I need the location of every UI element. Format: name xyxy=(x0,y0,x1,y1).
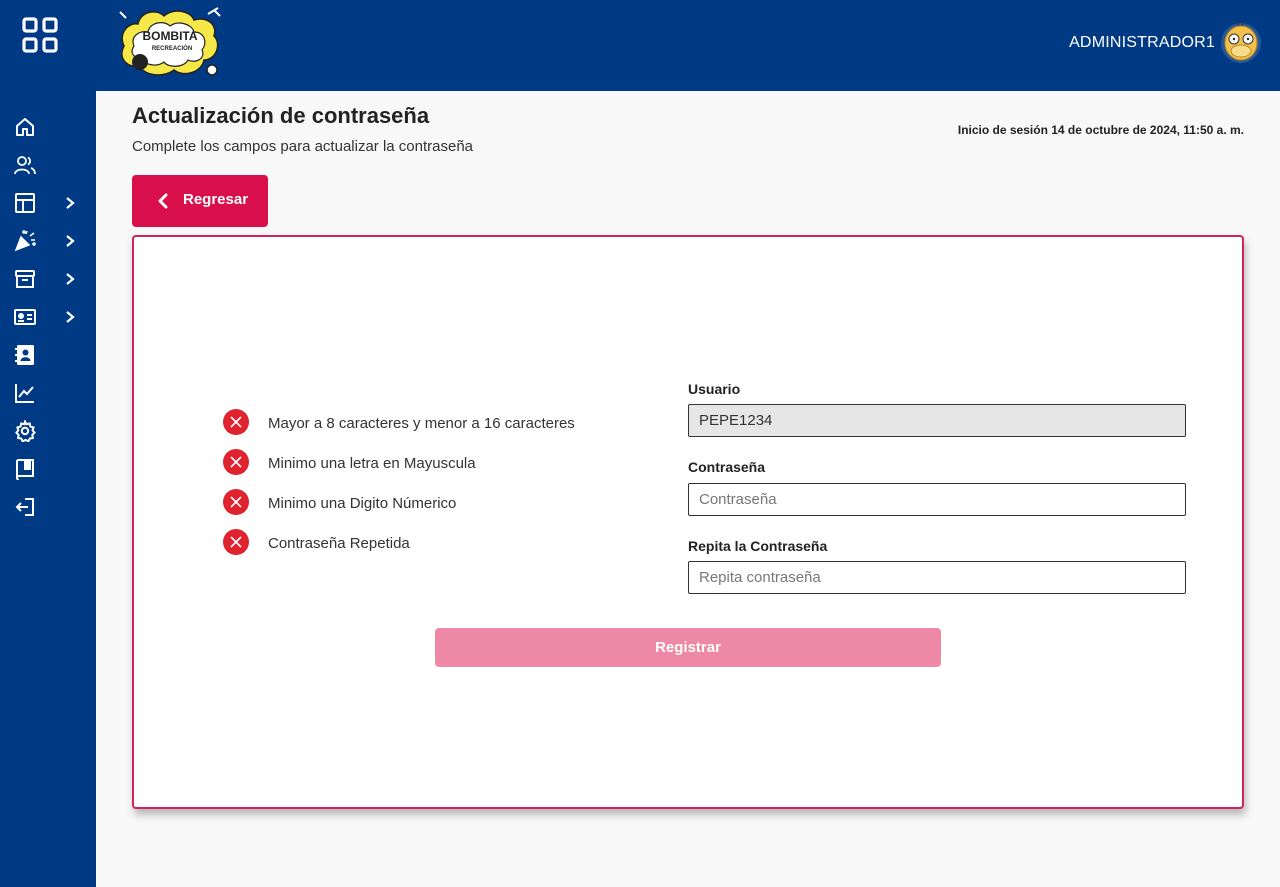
chevron-left-icon xyxy=(156,193,170,209)
grid-menu-icon[interactable] xyxy=(22,17,58,53)
requirement-text: Contraseña Repetida xyxy=(268,535,410,552)
sidebar-item-logout[interactable] xyxy=(0,492,96,522)
user-name: ADMINISTRADOR1 xyxy=(1069,34,1215,51)
sidebar-item-reports[interactable] xyxy=(0,378,96,408)
chevron-right-icon xyxy=(64,310,76,324)
password-update-card: Mayor a 8 caracteres y menor a 16 caract… xyxy=(132,235,1244,809)
back-button-label: Regresar xyxy=(183,191,249,208)
requirement-text: Mayor a 8 caracteres y menor a 16 caract… xyxy=(268,415,575,432)
chevron-right-icon xyxy=(64,234,76,248)
party-popper-icon xyxy=(14,230,36,252)
sidebar-item-users[interactable] xyxy=(0,150,96,180)
users-icon xyxy=(14,154,36,176)
password-field[interactable] xyxy=(688,483,1186,516)
repeat-password-label: Repita la Contraseña xyxy=(688,538,828,554)
layout-icon xyxy=(14,192,36,214)
top-bar: BOMBITA RECREACIÓN ADMINISTRADOR1 xyxy=(96,0,1280,91)
sidebar-item-archive[interactable] xyxy=(0,264,96,294)
sidebar-item-contacts[interactable] xyxy=(0,340,96,370)
username-label: Usuario xyxy=(688,381,741,397)
chevron-right-icon xyxy=(64,196,76,210)
sidebar-item-home[interactable] xyxy=(0,112,96,142)
book-icon xyxy=(14,458,36,481)
page-subtitle: Complete los campos para actualizar la c… xyxy=(132,138,474,155)
register-button[interactable]: Registrar xyxy=(435,628,941,667)
contacts-book-icon xyxy=(14,344,36,366)
back-button[interactable]: Regresar xyxy=(132,175,268,227)
sidebar-item-manual[interactable] xyxy=(0,454,96,484)
bombita-logo[interactable]: BOMBITA RECREACIÓN xyxy=(118,6,224,80)
archive-icon xyxy=(14,268,36,290)
session-info: Inicio de sesión 14 de octubre de 2024, … xyxy=(957,123,1244,137)
home-icon xyxy=(14,116,36,138)
sidebar-item-id-card[interactable] xyxy=(0,302,96,332)
gear-icon xyxy=(14,418,36,443)
sidebar xyxy=(0,0,96,887)
sidebar-item-layout[interactable] xyxy=(0,188,96,218)
chevron-right-icon xyxy=(64,272,76,286)
sidebar-item-settings[interactable] xyxy=(0,416,96,446)
sidebar-item-events[interactable] xyxy=(0,226,96,256)
error-x-icon xyxy=(222,488,250,516)
repeat-password-field[interactable] xyxy=(688,561,1186,594)
error-x-icon xyxy=(222,408,250,436)
logout-icon xyxy=(14,496,36,518)
page-title: Actualización de contraseña xyxy=(132,103,430,128)
user-avatar[interactable] xyxy=(1220,20,1262,65)
logo-text-top: BOMBITA xyxy=(142,29,197,43)
error-x-icon xyxy=(222,448,250,476)
logo-text-bottom: RECREACIÓN xyxy=(152,44,192,52)
username-field[interactable] xyxy=(688,404,1186,437)
chart-line-icon xyxy=(14,382,36,404)
error-x-icon xyxy=(222,528,250,556)
requirement-text: Minimo una Digito Númerico xyxy=(268,495,457,512)
requirement-text: Minimo una letra en Mayuscula xyxy=(268,455,476,472)
password-label: Contraseña xyxy=(688,459,766,475)
id-card-icon xyxy=(14,306,36,328)
